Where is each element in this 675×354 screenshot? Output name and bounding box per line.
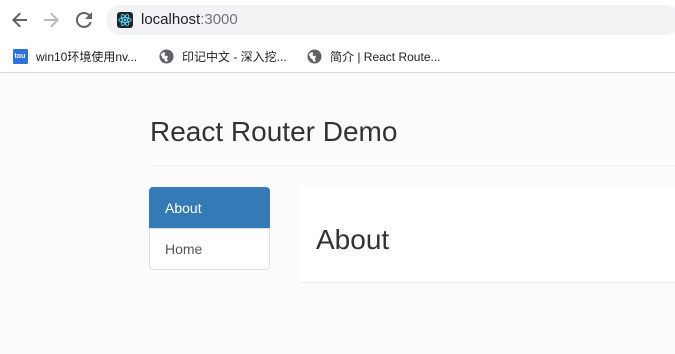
reload-icon <box>76 12 92 28</box>
content-title: About <box>316 224 390 255</box>
bookmark-label: win10环境使用nv... <box>36 49 138 64</box>
url-text: localhost:3000 <box>141 11 238 29</box>
react-favicon-icon <box>117 12 133 28</box>
browser-toolbar: localhost:3000 <box>0 0 675 40</box>
url-host: localhost <box>141 11 201 28</box>
route-nav-list: About Home <box>149 187 270 270</box>
reload-button[interactable] <box>73 9 95 31</box>
url-port: :3000 <box>200 11 238 28</box>
page-title: React Router Demo <box>150 116 398 147</box>
bookmark-item-yinji[interactable]: 印记中文 - 深入挖... <box>158 48 287 65</box>
bookmark-item-react-router[interactable]: 简介 | React Route... <box>306 48 441 65</box>
forward-arrow-icon <box>44 12 59 28</box>
nav-link-home[interactable]: Home <box>149 228 270 270</box>
tou-icon: tou <box>12 49 28 65</box>
route-content-panel: About <box>300 187 675 283</box>
bookmark-item-win10[interactable]: tou win10环境使用nv... <box>12 48 137 65</box>
back-button[interactable] <box>9 9 31 31</box>
bookmarks-bar: tou win10环境使用nv... 印记中文 - 深入挖... 简介 | Re… <box>0 40 675 73</box>
title-divider <box>150 165 675 166</box>
forward-button[interactable] <box>40 9 62 31</box>
back-arrow-icon <box>12 12 27 28</box>
nav-link-about[interactable]: About <box>149 187 270 229</box>
address-bar[interactable]: localhost:3000 <box>106 5 675 35</box>
globe-icon <box>158 49 174 65</box>
globe-icon <box>306 49 322 65</box>
bookmark-label: 简介 | React Route... <box>330 49 441 64</box>
bookmark-label: 印记中文 - 深入挖... <box>182 49 287 64</box>
